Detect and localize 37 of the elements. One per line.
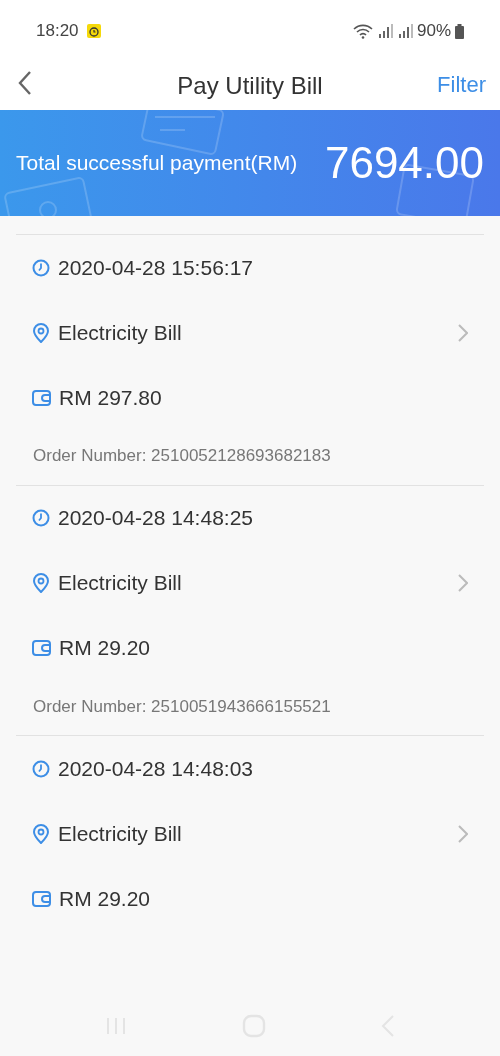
signal-icon	[376, 24, 393, 38]
payment-time: 2020-04-28 14:48:03	[58, 755, 253, 782]
location-pin-icon	[32, 573, 50, 593]
location-pin-icon	[32, 823, 50, 844]
payment-time: 2020-04-28 14:48:25	[58, 505, 253, 532]
wallet-icon	[32, 890, 51, 907]
bill-name: Electricity Bill	[58, 820, 182, 847]
chevron-right-icon	[458, 323, 468, 342]
bill-row[interactable]: Electricity Bill	[16, 550, 484, 616]
page-title: Pay Utility Bill	[177, 71, 323, 101]
payment-amount: RM 29.20	[59, 885, 151, 912]
bill-row[interactable]: Electricity Bill	[16, 300, 484, 365]
location-pin-icon	[32, 322, 50, 343]
bill-row[interactable]: Electricity Bill	[16, 801, 484, 866]
payment-amount: RM 29.20	[59, 635, 151, 662]
battery-percentage: 90%	[416, 20, 451, 43]
payment-amount: RM 297.80	[59, 384, 162, 411]
total-payment-amount: 7694.00	[324, 137, 484, 189]
clock-icon	[32, 258, 50, 277]
battery-icon	[455, 23, 464, 39]
wallet-icon	[32, 640, 51, 656]
clock-icon	[32, 509, 50, 527]
clock-icon	[32, 759, 50, 778]
signal-icon	[396, 24, 413, 38]
chevron-right-icon	[458, 824, 468, 843]
wallet-icon	[32, 389, 51, 406]
order-number: Order Number: 2510051943666155521	[32, 695, 332, 718]
bill-name: Electricity Bill	[58, 570, 182, 597]
wifi-icon	[352, 23, 373, 39]
status-time: 18:20	[36, 20, 79, 43]
order-number: Order Number: 2510052128693682183	[32, 445, 332, 467]
back-button[interactable]	[18, 70, 32, 96]
chevron-right-icon	[458, 574, 468, 592]
bill-name: Electricity Bill	[58, 319, 182, 346]
alarm-clock-icon	[86, 24, 101, 38]
total-payment-label: Total successful payment(RM)	[16, 150, 298, 177]
payment-time: 2020-04-28 15:56:17	[58, 254, 253, 281]
